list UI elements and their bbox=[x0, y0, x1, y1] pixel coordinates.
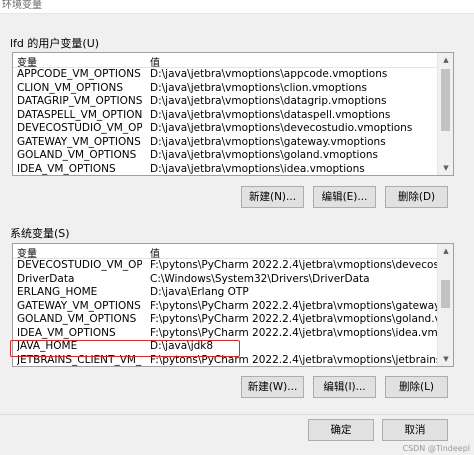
table-row[interactable]: GOLAND_VM_OPTIONS F:\pytons\PyCharm 2022.… bbox=[13, 313, 437, 327]
variable-value: D:\java\jetbra\vmoptions\gateway.vmoptio… bbox=[150, 135, 386, 148]
table-row[interactable]: GOLAND_VM_OPTIONS D:\java\jetbra\vmoption… bbox=[13, 149, 437, 163]
user-delete-button[interactable]: 删除(D) bbox=[385, 186, 448, 208]
variable-value: D:\java\jdk8 bbox=[150, 340, 214, 352]
table-row[interactable]: JAVA_HOME D:\java\jdk8 bbox=[13, 340, 437, 354]
user-vars-scrollbar[interactable]: ▲ ▼ bbox=[437, 53, 453, 175]
variable-value: F:\pytons\PyCharm 2022.2.4\jetbra\vmopti… bbox=[150, 313, 437, 325]
table-row[interactable]: ERLANG_HOME D:\java\Erlang OTP bbox=[13, 286, 437, 300]
system-edit-button[interactable]: 编辑(I)... bbox=[313, 376, 376, 398]
variable-name: DATASPELL_VM_OPTIONS bbox=[17, 108, 142, 121]
table-row[interactable]: GATEWAY_VM_OPTIONS F:\pytons\PyCharm 2022… bbox=[13, 300, 437, 314]
user-edit-button[interactable]: 编辑(E)... bbox=[313, 186, 376, 208]
scroll-thumb[interactable] bbox=[441, 69, 450, 131]
column-header-name[interactable]: 变量 bbox=[17, 245, 37, 260]
variable-name: GATEWAY_VM_OPTIONS bbox=[17, 135, 141, 148]
table-row[interactable]: IDEA_VM_OPTIONS D:\java\jetbra\vmoptions\… bbox=[13, 162, 437, 176]
variable-name: GOLAND_VM_OPTIONS bbox=[17, 149, 137, 161]
scroll-thumb[interactable] bbox=[441, 280, 450, 308]
variable-value: F:\pytons\PyCharm 2022.2.4\jetbra\vmopti… bbox=[150, 259, 437, 271]
table-row[interactable]: DriverData C:\Windows\System32\Drivers\Dr… bbox=[13, 273, 437, 287]
variable-value: D:\java\jetbra\vmoptions\devecostudio.vm… bbox=[150, 122, 413, 134]
variable-name: JETBRAINS_CLIENT_VM_OPT... bbox=[17, 353, 142, 366]
table-row[interactable]: CLION_VM_OPTIONS D:\java\jetbra\vmoptions… bbox=[13, 82, 437, 96]
column-header-value[interactable]: 值 bbox=[150, 245, 160, 260]
variable-name: IDEA_VM_OPTIONS bbox=[17, 162, 116, 175]
variable-value: C:\Windows\System32\Drivers\DriverData bbox=[150, 272, 370, 285]
variable-value: D:\java\jetbra\vmoptions\dataspell.vmopt… bbox=[150, 108, 391, 121]
scroll-down-icon[interactable]: ▼ bbox=[438, 352, 453, 366]
variable-value: D:\java\Erlang OTP bbox=[150, 286, 249, 298]
user-vars-list[interactable]: 变量 值 APPCODE_VM_OPTIONS D:\java\jetbra\vm… bbox=[12, 52, 454, 176]
ok-button[interactable]: 确定 bbox=[308, 419, 374, 441]
table-row[interactable]: APPCODE_VM_OPTIONS D:\java\jetbra\vmoptio… bbox=[13, 68, 437, 82]
system-vars-header: 变量 值 bbox=[13, 244, 437, 260]
variable-name: APPCODE_VM_OPTIONS bbox=[17, 68, 141, 80]
variable-value: D:\java\jetbra\vmoptions\goland.vmoption… bbox=[150, 149, 379, 161]
variable-name: DriverData bbox=[17, 272, 75, 285]
cancel-button[interactable]: 取消 bbox=[382, 419, 448, 441]
scroll-down-icon[interactable]: ▼ bbox=[438, 161, 453, 175]
scroll-up-icon[interactable]: ▲ bbox=[438, 53, 453, 67]
table-row[interactable]: GATEWAY_VM_OPTIONS D:\java\jetbra\vmoptio… bbox=[13, 136, 437, 150]
table-row[interactable]: IDEA_VM_OPTIONS F:\pytons\PyCharm 2022.2.… bbox=[13, 327, 437, 341]
system-delete-button[interactable]: 删除(L) bbox=[385, 376, 448, 398]
user-vars-header: 变量 值 bbox=[13, 53, 437, 69]
table-row[interactable]: DEVECOSTUDIO_VM_OPTIO... D:\java\jetbra\v… bbox=[13, 122, 437, 136]
system-vars-label: 系统变量(S) bbox=[10, 227, 70, 240]
variable-value: D:\java\jetbra\vmoptions\clion.vmoptions bbox=[150, 81, 367, 94]
variable-name: GOLAND_VM_OPTIONS bbox=[17, 313, 137, 325]
variable-value: D:\java\jetbra\vmoptions\appcode.vmoptio… bbox=[150, 68, 388, 80]
window-title: 环境变量 bbox=[0, 0, 474, 14]
table-row[interactable]: DATAGRIP_VM_OPTIONS D:\java\jetbra\vmopti… bbox=[13, 95, 437, 109]
watermark: CSDN @Tindeepl bbox=[402, 444, 470, 453]
scroll-up-icon[interactable]: ▲ bbox=[438, 244, 453, 258]
column-header-value[interactable]: 值 bbox=[150, 54, 160, 69]
variable-value: D:\java\jetbra\vmoptions\datagrip.vmopti… bbox=[150, 95, 387, 107]
variable-name: DATAGRIP_VM_OPTIONS bbox=[17, 95, 142, 107]
variable-value: F:\pytons\PyCharm 2022.2.4\jetbra\vmopti… bbox=[150, 326, 437, 339]
variable-name: IDEA_VM_OPTIONS bbox=[17, 326, 116, 339]
variable-name: GATEWAY_VM_OPTIONS bbox=[17, 299, 141, 312]
column-header-name[interactable]: 变量 bbox=[17, 54, 37, 69]
system-vars-rows: DEVECOSTUDIO_VM_OPTIO... F:\pytons\PyChar… bbox=[13, 259, 437, 367]
variable-name: JAVA_HOME bbox=[17, 340, 78, 352]
variable-name: ERLANG_HOME bbox=[17, 286, 98, 298]
variable-name: CLION_VM_OPTIONS bbox=[17, 81, 124, 94]
table-row[interactable]: DEVECOSTUDIO_VM_OPTIO... F:\pytons\PyChar… bbox=[13, 259, 437, 273]
user-vars-label: lfd 的用户变量(U) bbox=[10, 37, 100, 50]
variable-value: F:\pytons\PyCharm 2022.2.4\jetbra\vmopti… bbox=[150, 353, 437, 366]
table-row[interactable]: DATASPELL_VM_OPTIONS D:\java\jetbra\vmopt… bbox=[13, 109, 437, 123]
table-row[interactable]: JETBRAINS_CLIENT_VM_OPT... F:\pytons\PyCh… bbox=[13, 353, 437, 367]
system-vars-list[interactable]: 变量 值 DEVECOSTUDIO_VM_OPTIO... F:\pytons\P… bbox=[12, 243, 454, 367]
variable-value: F:\pytons\PyCharm 2022.2.4\jetbra\vmopti… bbox=[150, 299, 437, 312]
system-vars-scrollbar[interactable]: ▲ ▼ bbox=[437, 244, 453, 366]
variable-value: D:\java\jetbra\vmoptions\idea.vmoptions bbox=[150, 162, 365, 175]
variable-name: DEVECOSTUDIO_VM_OPTIO... bbox=[17, 259, 142, 271]
variable-name: DEVECOSTUDIO_VM_OPTIO... bbox=[17, 122, 142, 134]
system-new-button[interactable]: 新建(W)... bbox=[241, 376, 304, 398]
footer-divider bbox=[0, 414, 474, 415]
user-new-button[interactable]: 新建(N)... bbox=[241, 186, 304, 208]
user-vars-rows: APPCODE_VM_OPTIONS D:\java\jetbra\vmoptio… bbox=[13, 68, 437, 176]
